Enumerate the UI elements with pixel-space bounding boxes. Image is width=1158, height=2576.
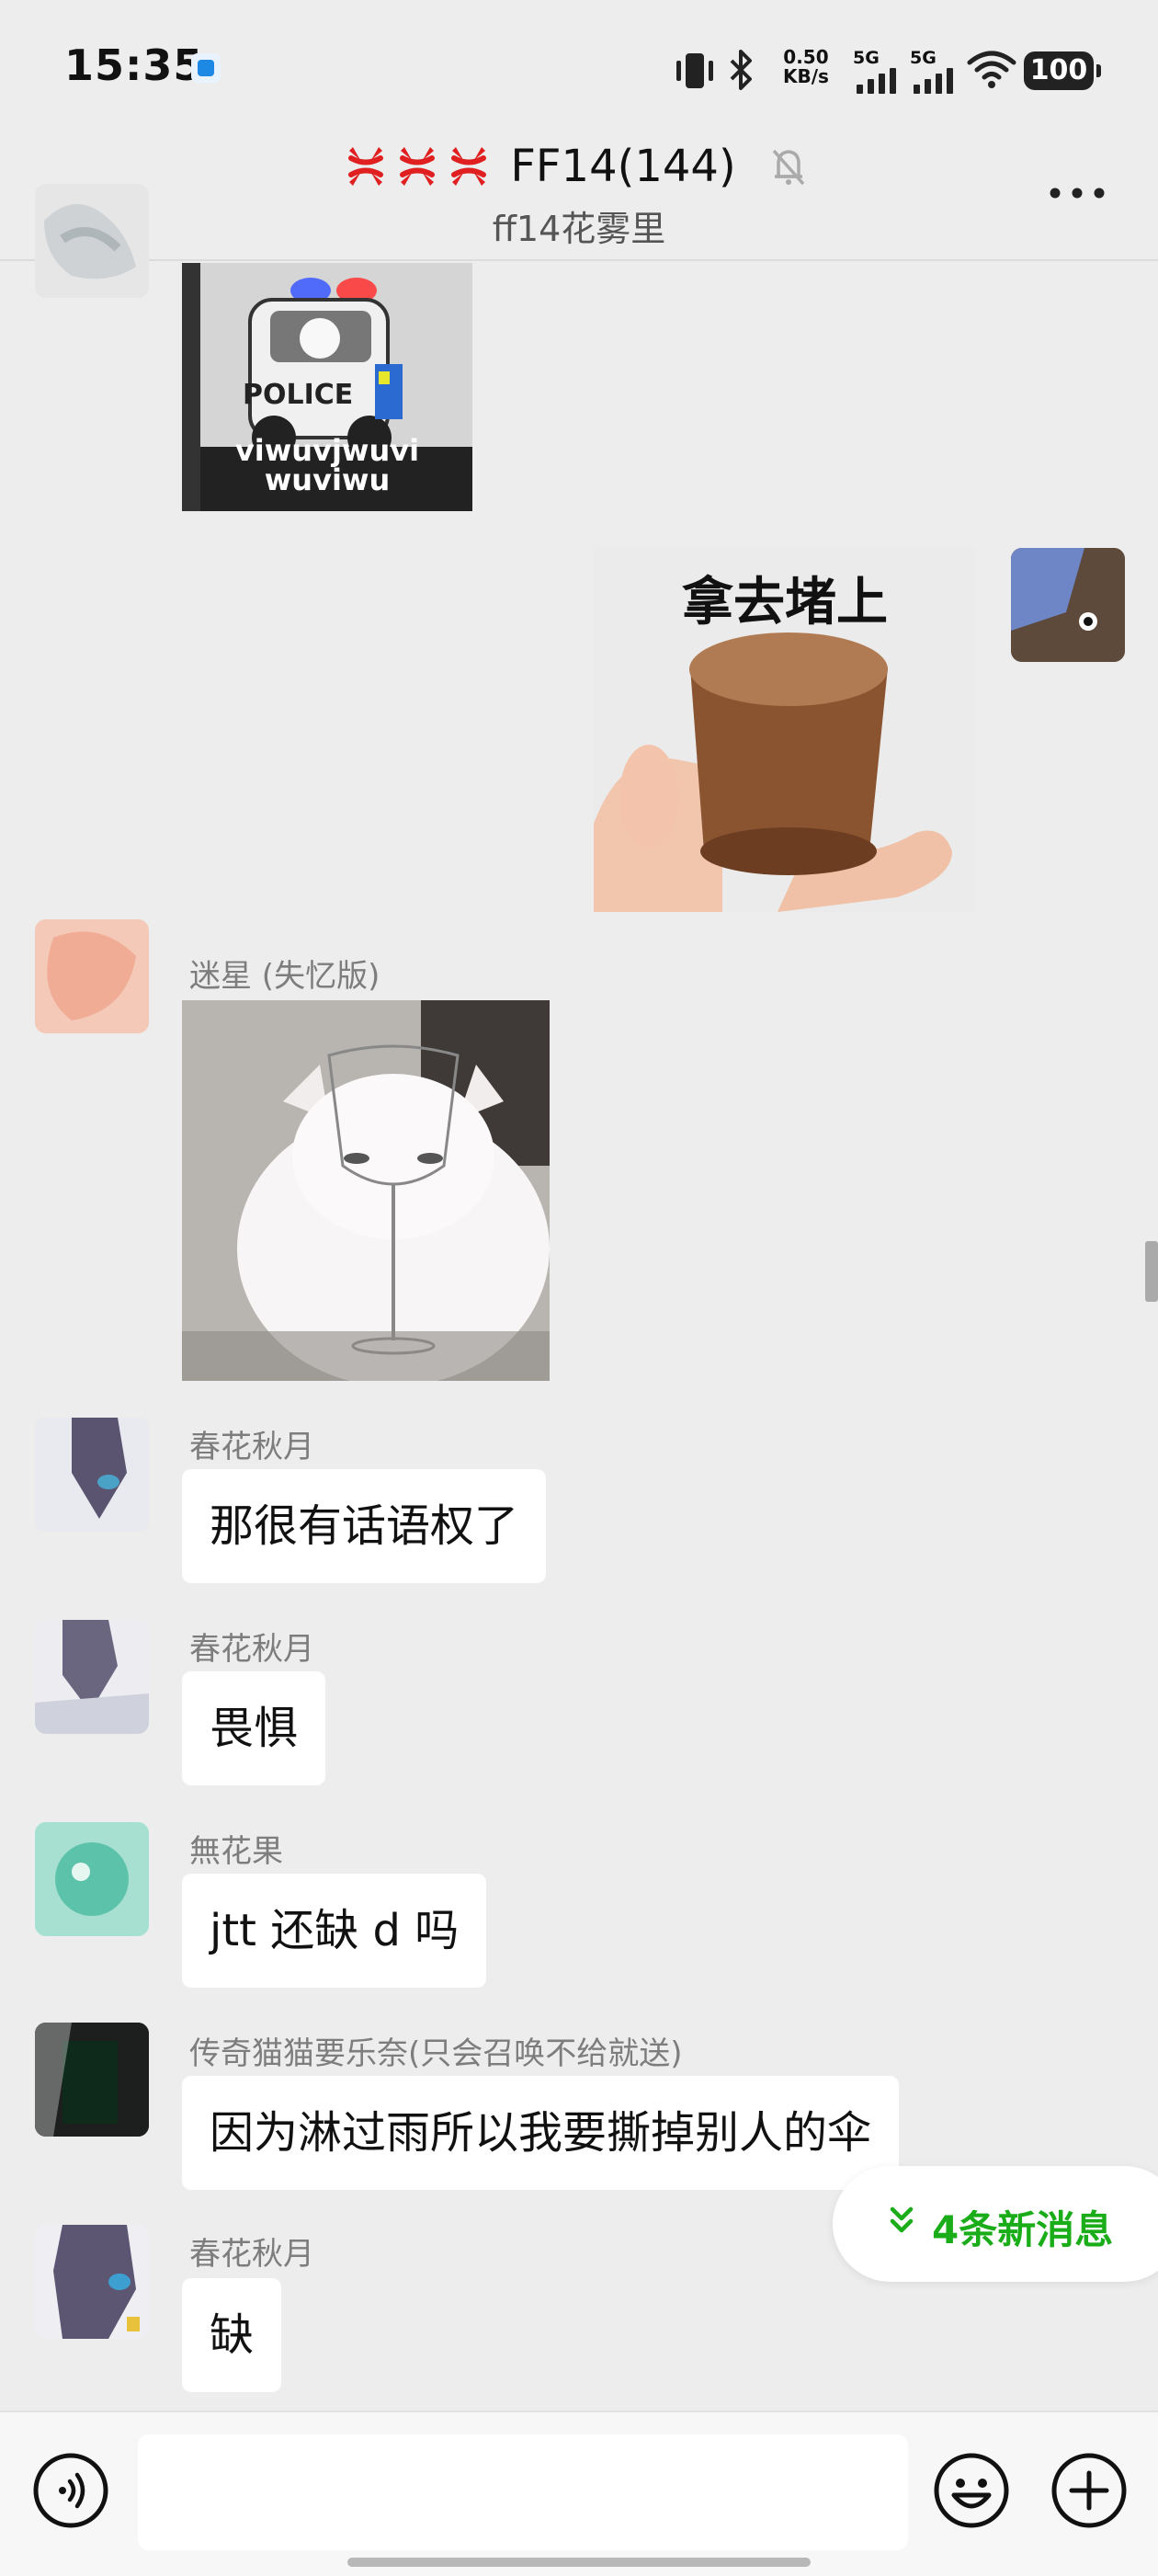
voice-icon[interactable] [31, 2451, 110, 2530]
chat-title-row[interactable]: FF14(144) [0, 138, 1158, 193]
sticker-police-car[interactable]: POLICE viwuvjwuvi wuviwu [182, 263, 472, 511]
scrollbar-thumb[interactable] [1145, 1241, 1158, 1302]
avatar-image [1011, 548, 1125, 662]
more-icon[interactable] [1048, 180, 1107, 206]
status-time: 15:35 [64, 40, 204, 90]
signal-1-label: 5G [853, 48, 880, 68]
anger-icons [348, 147, 487, 186]
message-bubble[interactable]: 畏惧 [182, 1671, 326, 1785]
message-input[interactable] [138, 2434, 908, 2550]
avatar-self[interactable] [1011, 548, 1125, 662]
plus-icon[interactable] [1050, 2451, 1129, 2530]
avatar-image [35, 2225, 149, 2339]
sticker-caption-police: POLICE [243, 379, 354, 411]
home-indicator[interactable] [347, 2558, 811, 2567]
sender-name: 春花秋月 [189, 2236, 314, 2273]
avatar-image [35, 2023, 149, 2137]
sticker-caption: viwuvjwuvi wuviwu [182, 436, 472, 495]
sender-name: 春花秋月 [189, 1631, 314, 1668]
avatar[interactable] [35, 1418, 149, 1532]
avatar[interactable] [35, 1620, 149, 1734]
sticker-cat-glass[interactable] [182, 1000, 550, 1381]
avatar-image [35, 1822, 149, 1936]
sticker-caption: 拿去堵上 [682, 573, 888, 633]
battery-indicator: 100 [1024, 51, 1101, 90]
chat-subtitle: ff14花雾里 [492, 209, 666, 249]
sender-name: 春花秋月 [189, 1429, 314, 1465]
message-bubble[interactable]: jtt 还缺 d 吗 [182, 1874, 487, 1988]
signal-1: 5G [853, 48, 896, 94]
cat-glass-image [182, 1000, 550, 1381]
new-messages-button[interactable]: 4条新消息 [833, 2166, 1158, 2282]
network-speed-value: 0.50 [783, 46, 829, 68]
bell-muted-icon [772, 149, 805, 186]
notification-app-icon [191, 53, 221, 83]
bluetooth-icon [730, 50, 752, 90]
avatar-image [44, 204, 136, 279]
avatar[interactable] [35, 2023, 149, 2137]
sticker-caption-line-1: viwuvjwuvi [234, 433, 420, 468]
wifi-icon [967, 51, 1016, 88]
sender-name: 無花果 [189, 1833, 283, 1870]
double-chevron-down-icon [890, 2206, 914, 2233]
new-messages-label: 4条新消息 [932, 2207, 1114, 2252]
avatar-image [35, 919, 149, 1033]
header-divider [0, 259, 1158, 261]
avatar-image [35, 1418, 149, 1532]
network-speed: 0.50 KB/s [783, 48, 829, 86]
sticker-wooden-plug[interactable]: 拿去堵上 [594, 548, 976, 912]
message-bubble[interactable]: 因为淋过雨所以我要撕掉别人的伞 [182, 2076, 900, 2190]
message-bubble[interactable]: 缺 [182, 2278, 282, 2392]
chat-title: FF14(144) [510, 141, 736, 192]
signal-2: 5G [910, 48, 953, 94]
avatar[interactable] [35, 184, 149, 298]
message-bubble[interactable]: 那很有话语权了 [182, 1469, 547, 1583]
sender-name: 迷星 (失忆版) [189, 958, 380, 995]
sticker-caption-line-2: wuviwu [264, 462, 391, 497]
avatar[interactable] [35, 1822, 149, 1936]
emoji-icon[interactable] [932, 2451, 1011, 2530]
signal-2-label: 5G [910, 48, 937, 68]
avatar-image [35, 1620, 149, 1734]
avatar[interactable] [35, 919, 149, 1033]
network-speed-unit: KB/s [783, 65, 829, 87]
vibrate-icon [676, 53, 713, 88]
avatar[interactable] [35, 2225, 149, 2339]
sender-name: 传奇猫猫要乐奈(只会召唤不给就送) [189, 2035, 683, 2072]
